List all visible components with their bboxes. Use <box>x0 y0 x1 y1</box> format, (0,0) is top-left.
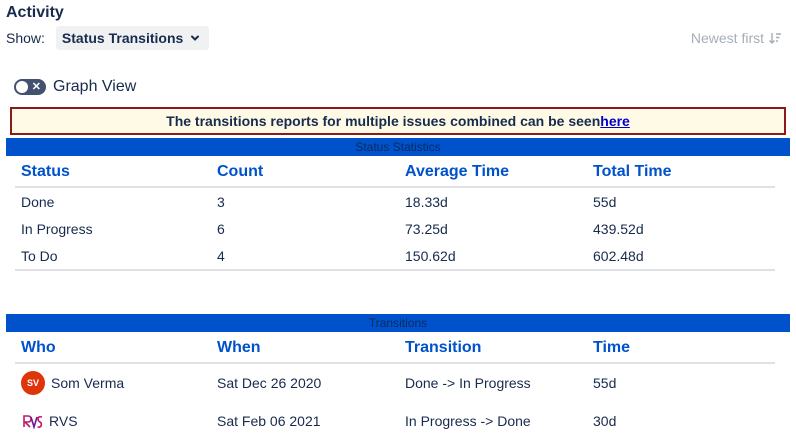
transition-cell: Done -> In Progress <box>405 375 531 391</box>
close-icon: ✕ <box>31 81 41 93</box>
rvs-logo-icon[interactable] <box>21 410 43 432</box>
transitions-header: Transitions <box>6 314 790 332</box>
show-dropdown-value: Status Transitions <box>61 30 184 46</box>
table-row: RVS Sat Feb 06 2021 In Progress -> Done … <box>15 402 775 440</box>
show-filter-row: Show: Status Transitions <box>6 26 210 50</box>
column-header: When <box>211 334 399 364</box>
status-statistics-table: Status Count Average Time Total Time Don… <box>15 158 775 271</box>
table-row: Done 3 18.33d 55d <box>15 187 775 215</box>
average-time-cell: 18.33d <box>405 193 448 210</box>
status-cell: In Progress <box>21 220 93 237</box>
count-cell: 6 <box>217 220 225 237</box>
show-label: Show: <box>6 30 45 46</box>
status-cell: Done <box>21 193 55 210</box>
sort-button[interactable]: Newest first <box>691 30 782 46</box>
avatar[interactable]: SV <box>21 371 45 395</box>
time-cell: 55d <box>593 375 617 391</box>
user-name[interactable]: RVS <box>49 413 78 429</box>
table-row: To Do 4 150.62d 602.48d <box>15 242 775 271</box>
chevron-down-icon <box>191 35 200 41</box>
toggle-knob <box>16 81 28 93</box>
column-header: Who <box>15 334 211 364</box>
column-header: Transition <box>399 334 587 364</box>
column-header: Count <box>211 158 399 188</box>
total-time-cell: 439.52d <box>593 220 644 237</box>
who-cell: RVS <box>15 402 211 440</box>
sort-descending-icon <box>769 33 781 44</box>
status-statistics-header: Status Statistics <box>6 138 790 156</box>
graph-view-toggle[interactable]: ✕ <box>14 79 46 95</box>
notice-here-link[interactable]: here <box>600 113 630 129</box>
total-time-cell: 55d <box>593 193 617 210</box>
combined-report-notice: The transitions reports for multiple iss… <box>10 107 786 135</box>
show-dropdown[interactable]: Status Transitions <box>55 26 210 50</box>
user-name[interactable]: Som Verma <box>51 375 124 391</box>
column-header: Total Time <box>587 158 775 188</box>
transitions-table: Who When Transition Time SV Som Verma Sa… <box>15 334 775 440</box>
column-header: Time <box>587 334 775 364</box>
who-cell: SV Som Verma <box>15 363 211 402</box>
sort-label: Newest first <box>690 30 764 46</box>
column-header: Status <box>15 158 211 188</box>
table-row: SV Som Verma Sat Dec 26 2020 Done -> In … <box>15 363 775 402</box>
table-row: In Progress 6 73.25d 439.52d <box>15 215 775 242</box>
graph-view-row: ✕ Graph View <box>14 78 136 96</box>
total-time-cell: 602.48d <box>587 242 775 271</box>
column-header: Average Time <box>399 158 587 188</box>
activity-title: Activity <box>6 4 64 21</box>
when-cell: Sat Feb 06 2021 <box>217 413 321 429</box>
time-cell: 30d <box>593 413 617 429</box>
count-cell: 3 <box>217 193 225 210</box>
status-cell: To Do <box>15 242 211 271</box>
average-time-cell: 150.62d <box>399 242 587 271</box>
when-cell: Sat Dec 26 2020 <box>217 375 322 391</box>
transition-cell: In Progress -> Done <box>405 413 531 429</box>
average-time-cell: 73.25d <box>405 220 448 237</box>
count-cell: 4 <box>211 242 399 271</box>
graph-view-label: Graph View <box>53 78 137 95</box>
notice-text: The transitions reports for multiple iss… <box>166 113 601 129</box>
